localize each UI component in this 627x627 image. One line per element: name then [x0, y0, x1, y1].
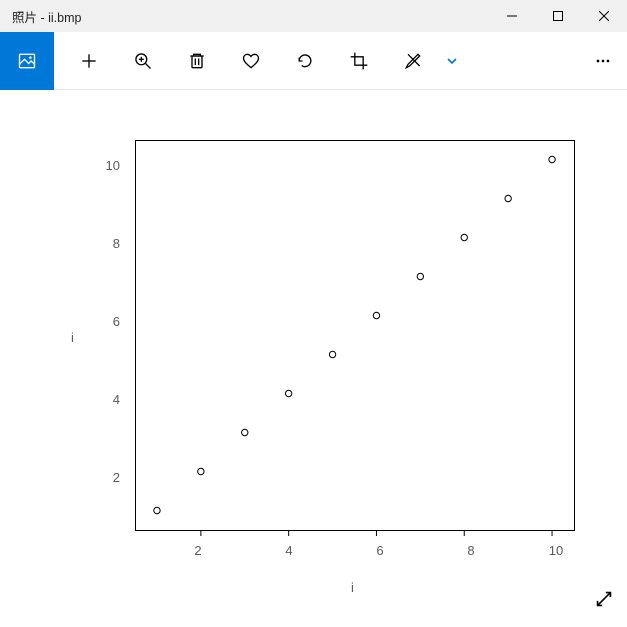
plot-area	[135, 140, 575, 540]
window-controls	[489, 0, 627, 32]
image-viewport[interactable]: i i 2 4 6 8 10 2 4 6 8 10	[0, 90, 627, 627]
close-button[interactable]	[581, 0, 627, 32]
resize-handle-icon[interactable]	[593, 588, 615, 615]
toolbar	[0, 32, 627, 90]
minimize-button[interactable]	[489, 0, 535, 32]
delete-button[interactable]	[170, 32, 224, 90]
zoom-button[interactable]	[116, 32, 170, 90]
y-axis-label: i	[71, 330, 74, 345]
maximize-button[interactable]	[535, 0, 581, 32]
like-button[interactable]	[224, 32, 278, 90]
titlebar: 照片 - ii.bmp	[0, 0, 627, 32]
rotate-button[interactable]	[278, 32, 332, 90]
crop-button[interactable]	[332, 32, 386, 90]
more-button[interactable]	[579, 32, 627, 90]
window-title: 照片 - ii.bmp	[12, 7, 81, 26]
add-button[interactable]	[62, 32, 116, 90]
view-image-button[interactable]	[0, 32, 54, 90]
edit-button[interactable]	[386, 32, 440, 90]
x-axis-label: i	[351, 580, 354, 595]
chevron-down-icon[interactable]	[440, 55, 464, 67]
